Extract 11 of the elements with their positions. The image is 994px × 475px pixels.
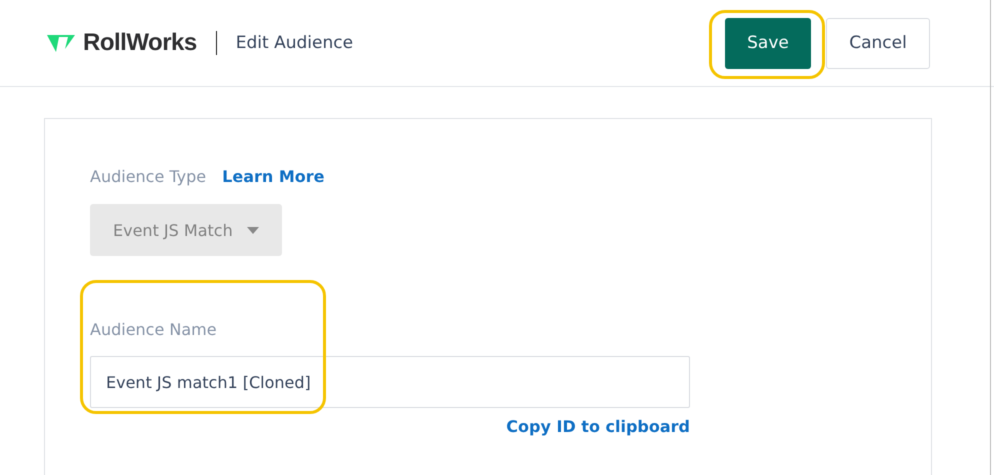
page-title: Edit Audience	[236, 33, 354, 53]
field-label: Audience Name	[90, 320, 218, 339]
field-label: Audience Type	[90, 167, 206, 186]
caret-icon	[246, 226, 259, 234]
learn-more-link[interactable]: Learn More	[222, 167, 325, 186]
logo-icon	[47, 33, 77, 53]
save-button[interactable]: Save	[725, 18, 811, 68]
copy-id-link[interactable]: Copy ID to clipboard	[506, 417, 690, 436]
input-field[interactable]: Event JS match1 [Cloned]	[90, 356, 690, 408]
brand-name: RollWorks	[83, 29, 197, 57]
cancel-button[interactable]: Cancel	[826, 18, 930, 68]
